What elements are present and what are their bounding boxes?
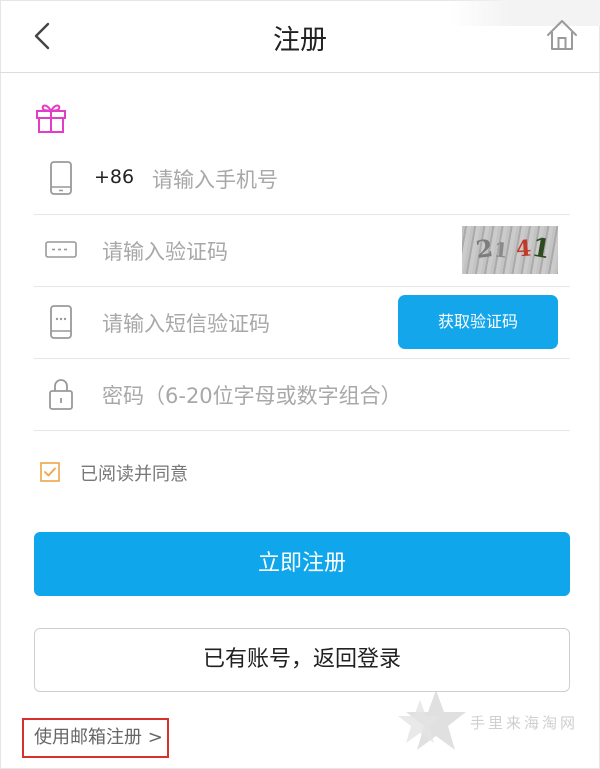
header-bar: 注册 [0, 0, 600, 73]
agree-checkbox[interactable] [40, 462, 60, 482]
phone-row[interactable]: +86 请输入手机号 [34, 142, 570, 215]
agreement-label: 已阅读并同意 [80, 464, 188, 485]
captcha-image[interactable]: 2 1 4 1 [462, 226, 558, 274]
page-title: 注册 [273, 25, 327, 56]
captcha-char: 1 [492, 237, 510, 263]
sms-code-input[interactable]: 请输入短信验证码 [102, 308, 270, 338]
country-code[interactable]: +86 [94, 166, 134, 188]
back-to-login-button[interactable]: 已有账号，返回登录 [34, 628, 570, 692]
captcha-row[interactable]: 请输入验证码 2 1 4 1 [34, 214, 570, 287]
home-button[interactable] [544, 16, 580, 54]
lock-icon [46, 376, 76, 412]
phone-input[interactable]: 请输入手机号 [152, 164, 278, 194]
password-row[interactable]: 密码（6-20位字母或数字组合） [34, 358, 570, 431]
captcha-icon [44, 232, 78, 268]
gift-icon [34, 100, 68, 134]
password-input[interactable]: 密码（6-20位字母或数字组合） [102, 380, 402, 410]
star-watermark-icon [396, 688, 468, 758]
sms-phone-icon [46, 304, 76, 340]
get-code-button[interactable]: 获取验证码 [398, 295, 558, 349]
email-register-link[interactable]: 使用邮箱注册 > [22, 718, 169, 758]
phone-icon [46, 160, 76, 196]
register-button[interactable]: 立即注册 [34, 532, 570, 596]
captcha-input[interactable]: 请输入验证码 [102, 236, 228, 266]
watermark-text: 手里来海淘网 [470, 714, 579, 732]
sms-row[interactable]: 请输入短信验证码 获取验证码 [34, 286, 570, 359]
home-icon [547, 20, 577, 50]
